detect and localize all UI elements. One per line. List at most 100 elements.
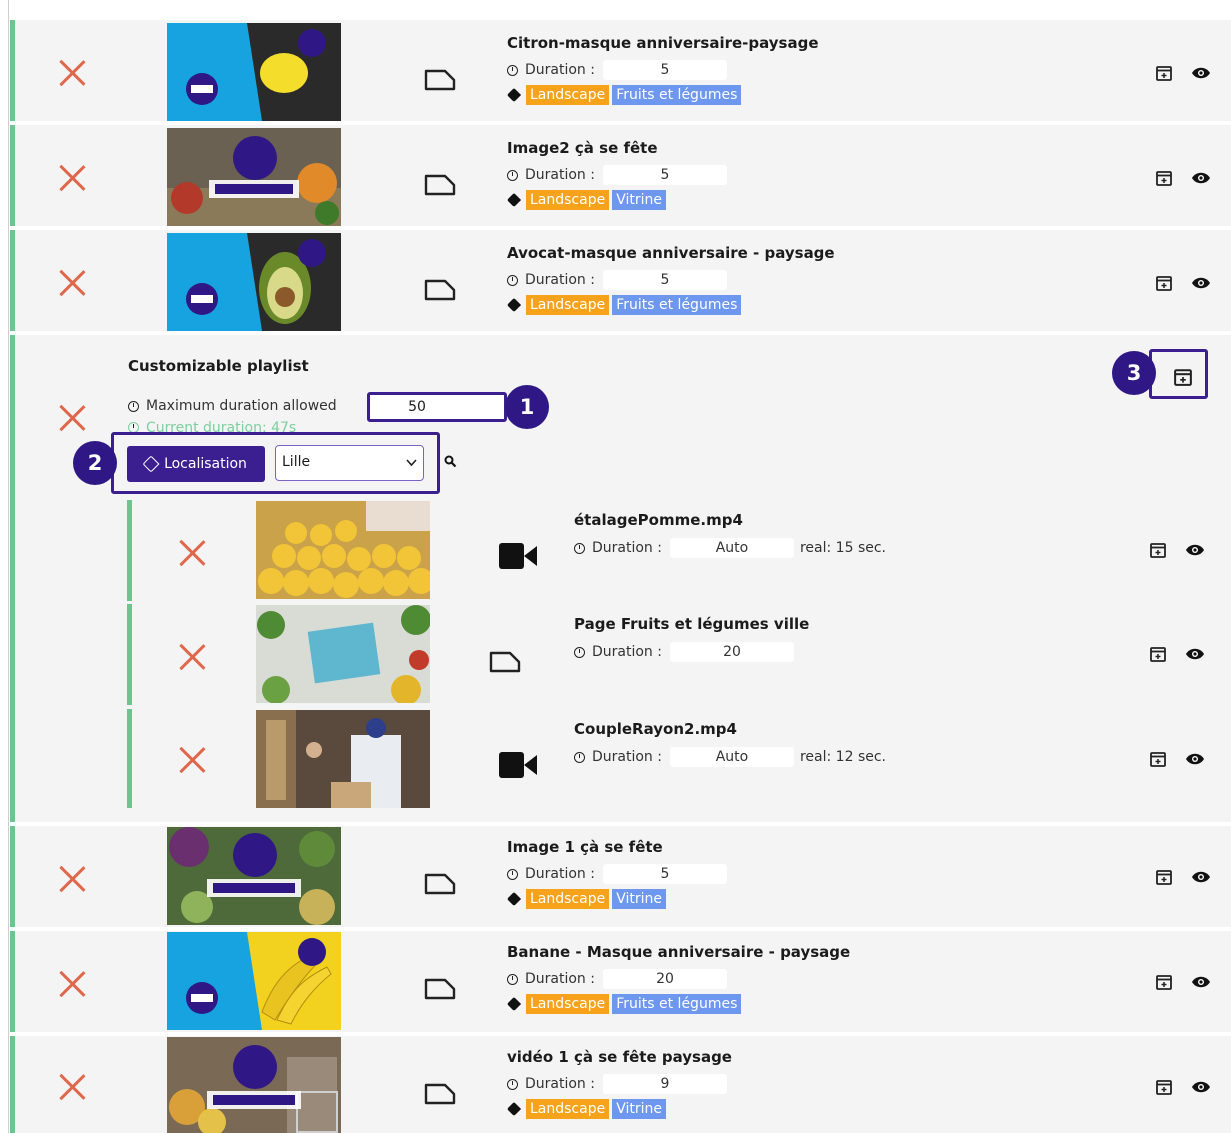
image-icon <box>424 873 456 895</box>
media-thumbnail <box>167 1037 341 1133</box>
duration-meta: Duration : 5 <box>507 60 727 80</box>
delete-button[interactable] <box>57 1072 87 1102</box>
playlist-title: Customizable playlist <box>128 357 309 375</box>
media-row: Citron-masque anniversaire-paysage Durat… <box>10 20 1231 121</box>
duration-input[interactable]: Auto <box>669 747 794 767</box>
localisation-filter-button[interactable]: Localisation <box>127 446 265 482</box>
media-row: Image 1 çà se fête Duration : 5 Landscap… <box>10 826 1231 927</box>
clock-icon <box>507 274 518 286</box>
calendar-icon[interactable] <box>1150 646 1166 662</box>
duration-label: Duration : <box>525 272 595 288</box>
media-thumbnail <box>256 605 430 703</box>
delete-button[interactable] <box>57 268 87 298</box>
delete-button[interactable] <box>177 745 207 775</box>
media-title: Banane - Masque anniversaire - paysage <box>507 943 851 961</box>
location-select[interactable]: Lille <box>275 445 424 481</box>
tag-icon <box>506 996 522 1012</box>
media-row: Avocat-masque anniversaire - paysage Dur… <box>10 230 1231 331</box>
duration-input[interactable]: Auto <box>669 538 794 558</box>
calendar-icon[interactable] <box>1156 65 1172 81</box>
eye-icon[interactable] <box>1191 276 1211 290</box>
tag-icon <box>506 192 522 208</box>
real-duration: real: 12 sec. <box>799 749 887 765</box>
tag-badge: Landscape <box>526 295 610 315</box>
duration-input[interactable]: 5 <box>602 864 727 884</box>
tag-list: Landscape Vitrine <box>506 1099 669 1119</box>
eye-icon[interactable] <box>1185 543 1205 557</box>
delete-button[interactable] <box>57 969 87 999</box>
delete-button[interactable] <box>57 58 87 88</box>
tag-icon <box>506 1101 522 1117</box>
eye-icon[interactable] <box>1191 66 1211 80</box>
calendar-icon[interactable] <box>1150 751 1166 767</box>
clock-icon <box>507 169 518 181</box>
tag-list: Landscape Fruits et légumes <box>506 295 744 315</box>
clock-icon <box>574 542 585 554</box>
tag-icon <box>506 297 522 313</box>
image-icon <box>424 978 456 1000</box>
duration-meta: Duration : Auto real: 15 sec. <box>574 538 886 558</box>
eye-icon[interactable] <box>1191 1080 1211 1094</box>
duration-input[interactable]: 5 <box>602 270 727 290</box>
tag-badge: Fruits et légumes <box>612 295 742 315</box>
clock-icon <box>128 400 139 412</box>
duration-input[interactable]: 9 <box>602 1074 727 1094</box>
media-thumbnail <box>167 233 341 331</box>
tag-list: Landscape Vitrine <box>506 889 669 909</box>
delete-button[interactable] <box>57 864 87 894</box>
search-icon[interactable] <box>444 455 457 468</box>
tag-badge: Landscape <box>526 889 610 909</box>
tag-list: Landscape Vitrine <box>506 190 669 210</box>
eye-icon[interactable] <box>1185 647 1205 661</box>
duration-meta: Duration : 5 <box>507 270 727 290</box>
media-thumbnail <box>167 23 341 121</box>
media-title: Page Fruits et légumes ville <box>574 615 810 633</box>
tag-badge: Fruits et légumes <box>612 85 742 105</box>
media-thumbnail <box>256 501 430 599</box>
tag-icon <box>506 891 522 907</box>
calendar-icon[interactable] <box>1150 542 1166 558</box>
media-title: Image 1 çà se fête <box>507 838 663 856</box>
tag-icon <box>506 87 522 103</box>
calendar-icon[interactable] <box>1156 170 1172 186</box>
media-thumbnail <box>256 710 430 808</box>
calendar-icon[interactable] <box>1156 974 1172 990</box>
image-icon <box>424 69 456 91</box>
max-duration-label: Maximum duration allowed <box>146 398 337 414</box>
image-icon <box>489 651 521 673</box>
location-select-value: Lille <box>282 454 311 470</box>
duration-meta: Duration : 5 <box>507 165 727 185</box>
duration-input[interactable]: 20 <box>669 642 794 662</box>
eye-icon[interactable] <box>1191 171 1211 185</box>
duration-label: Duration : <box>592 644 662 660</box>
clock-icon <box>574 646 585 658</box>
eye-icon[interactable] <box>1191 870 1211 884</box>
duration-input[interactable]: 20 <box>602 969 727 989</box>
duration-meta: Duration : 20 <box>574 642 794 662</box>
delete-playlist-button[interactable] <box>57 403 87 433</box>
duration-meta: Duration : Auto real: 12 sec. <box>574 747 886 767</box>
clock-icon <box>507 868 518 880</box>
max-duration-row: Maximum duration allowed <box>128 398 337 414</box>
media-title: vidéo 1 çà se fête paysage <box>507 1048 732 1066</box>
calendar-icon[interactable] <box>1156 1079 1172 1095</box>
delete-button[interactable] <box>57 163 87 193</box>
duration-label: Duration : <box>525 866 595 882</box>
eye-icon[interactable] <box>1185 752 1205 766</box>
media-thumbnail <box>167 827 341 925</box>
duration-input[interactable]: 5 <box>602 165 727 185</box>
media-row: Banane - Masque anniversaire - paysage D… <box>10 931 1231 1032</box>
duration-input[interactable]: 5 <box>602 60 727 80</box>
tag-badge: Vitrine <box>612 190 666 210</box>
delete-button[interactable] <box>177 642 207 672</box>
media-row: Image2 çà se fête Duration : 5 Landscape… <box>10 125 1231 226</box>
calendar-icon[interactable] <box>1174 368 1192 386</box>
eye-icon[interactable] <box>1191 975 1211 989</box>
duration-label: Duration : <box>592 540 662 556</box>
callout-3: 3 <box>1112 351 1156 395</box>
delete-button[interactable] <box>177 538 207 568</box>
calendar-icon[interactable] <box>1156 869 1172 885</box>
chevron-down-icon <box>406 459 417 467</box>
max-duration-input[interactable]: 50 <box>367 392 507 422</box>
calendar-icon[interactable] <box>1156 275 1172 291</box>
